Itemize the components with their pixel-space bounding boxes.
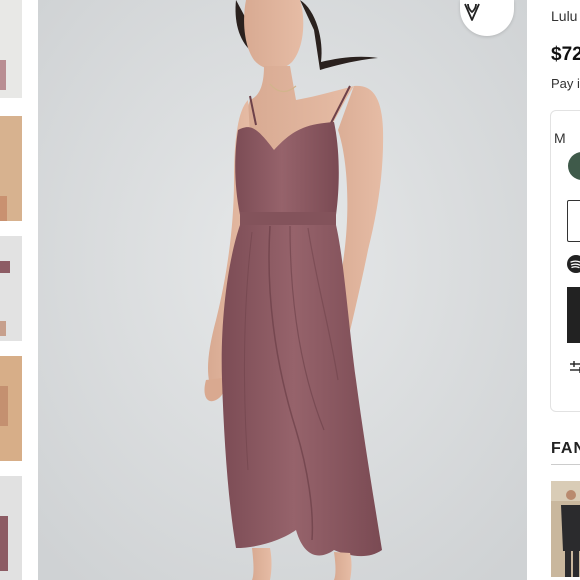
fan-photo[interactable] — [551, 481, 580, 577]
product-main-image[interactable] — [38, 0, 527, 580]
thumbnail-rail — [0, 0, 24, 580]
fan-section-title: FAN — [551, 440, 580, 457]
thumbnail-5[interactable] — [0, 476, 22, 580]
size-option[interactable] — [567, 200, 580, 242]
thumbnail-3[interactable] — [0, 236, 22, 341]
pay-installments-text: Pay i — [551, 76, 580, 91]
section-divider — [551, 464, 580, 465]
thumbnail-1[interactable] — [0, 0, 22, 98]
add-to-bag-button[interactable] — [567, 287, 580, 343]
product-info-panel: Lulu $72 Pay i M FAN — [537, 0, 580, 580]
thumbnail-2[interactable] — [0, 116, 22, 221]
lulus-heart-logo-icon — [464, 3, 480, 21]
thumbnail-4[interactable] — [0, 356, 22, 461]
product-price: $72 — [551, 44, 580, 65]
model-in-dress-illustration — [38, 0, 527, 580]
color-label: M — [554, 130, 566, 146]
sliders-icon — [570, 361, 580, 373]
brand-name[interactable]: Lulu — [551, 8, 577, 24]
spotify-icon — [567, 255, 580, 273]
